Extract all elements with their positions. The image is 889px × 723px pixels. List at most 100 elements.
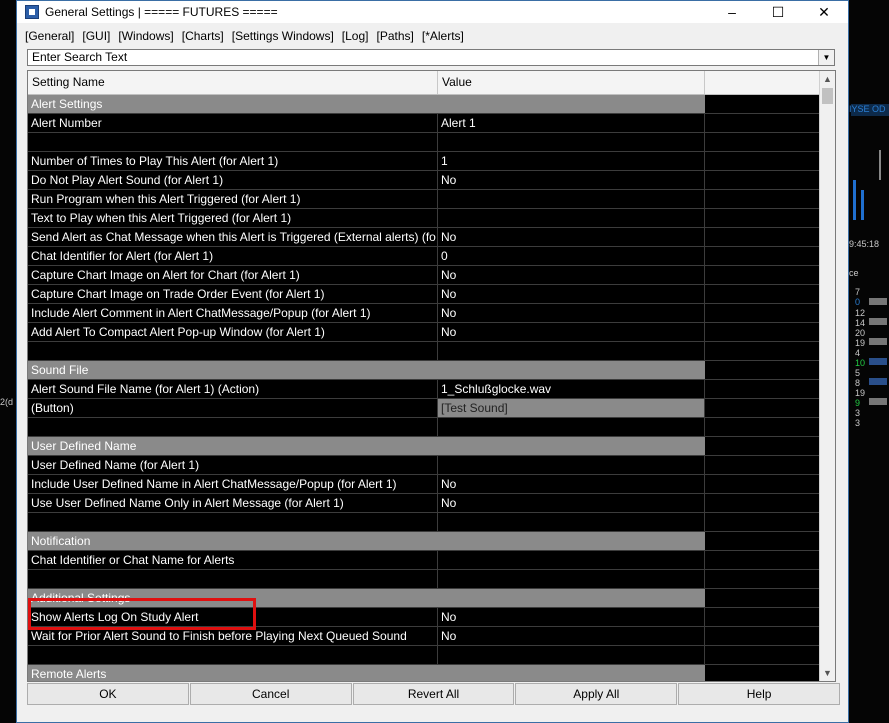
setting-name-cell: Alert Number <box>28 114 438 132</box>
vertical-scrollbar[interactable]: ▲ ▼ <box>819 71 835 681</box>
test-sound-button[interactable]: [Test Sound] <box>438 399 705 417</box>
button-bar: OK Cancel Revert All Apply All Help <box>27 683 840 705</box>
tab-log[interactable]: [Log] <box>338 27 373 45</box>
cancel-button[interactable]: Cancel <box>189 683 352 705</box>
background-label: ce <box>849 268 859 278</box>
background-label: 20 <box>855 328 866 338</box>
setting-name-cell: Wait for Prior Alert Sound to Finish bef… <box>28 627 438 645</box>
setting-name-cell: User Defined Name (for Alert 1) <box>28 456 438 474</box>
tab-settings-windows[interactable]: [Settings Windows] <box>228 27 338 45</box>
setting-row[interactable]: Alert Sound File Name (for Alert 1) (Act… <box>28 380 821 399</box>
column-header-value[interactable]: Value <box>438 71 705 94</box>
maximize-button[interactable]: ☐ <box>755 1 801 23</box>
background-chart-right: IYSE OD 9:45:18 ce 7 0 12 14 20 19 4 10 … <box>849 0 889 723</box>
setting-name-cell: Use User Defined Name Only in Alert Mess… <box>28 494 438 512</box>
setting-name-cell <box>28 342 438 360</box>
spacer-row <box>28 133 821 152</box>
background-bar <box>869 298 887 305</box>
setting-value-cell[interactable]: Alert 1 <box>438 114 705 132</box>
revert-all-button[interactable]: Revert All <box>352 683 515 705</box>
tab-charts[interactable]: [Charts] <box>178 27 228 45</box>
grid-header: Setting Name Value <box>28 71 821 95</box>
setting-row[interactable]: Send Alert as Chat Message when this Ale… <box>28 228 821 247</box>
setting-value-cell[interactable]: No <box>438 304 705 322</box>
background-label: 9 <box>855 398 861 408</box>
setting-row[interactable]: Use User Defined Name Only in Alert Mess… <box>28 494 821 513</box>
help-button[interactable]: Help <box>678 683 840 705</box>
extra-cell <box>705 209 821 227</box>
setting-row[interactable]: Run Program when this Alert Triggered (f… <box>28 190 821 209</box>
tab-general[interactable]: [General] <box>21 27 78 45</box>
close-button[interactable]: ✕ <box>801 1 847 23</box>
setting-value-cell[interactable]: No <box>438 627 705 645</box>
setting-value-cell[interactable]: No <box>438 475 705 493</box>
setting-value-cell[interactable]: No <box>438 171 705 189</box>
background-bar <box>869 338 887 345</box>
tab-gui[interactable]: [GUI] <box>78 27 114 45</box>
setting-value-cell[interactable]: No <box>438 228 705 246</box>
column-header-setting-name[interactable]: Setting Name <box>28 71 438 94</box>
title-bar[interactable]: General Settings | ===== FUTURES ===== –… <box>17 1 848 23</box>
section-header-row[interactable]: Additional Settings <box>28 589 821 608</box>
setting-row[interactable]: Number of Times to Play This Alert (for … <box>28 152 821 171</box>
setting-row[interactable]: User Defined Name (for Alert 1) <box>28 456 821 475</box>
setting-value-cell[interactable]: No <box>438 494 705 512</box>
setting-row[interactable]: Capture Chart Image on Alert for Chart (… <box>28 266 821 285</box>
section-header-row[interactable]: Sound File <box>28 361 821 380</box>
setting-value-cell[interactable]: 1 <box>438 152 705 170</box>
setting-value-cell[interactable]: No <box>438 608 705 626</box>
setting-name-cell: Chat Identifier or Chat Name for Alerts <box>28 551 438 569</box>
setting-value-cell[interactable]: No <box>438 285 705 303</box>
setting-row[interactable]: Include User Defined Name in Alert ChatM… <box>28 475 821 494</box>
section-title: Alert Settings <box>28 95 705 113</box>
setting-value-cell[interactable] <box>438 209 705 227</box>
apply-all-button[interactable]: Apply All <box>515 683 678 705</box>
setting-value-cell[interactable] <box>438 456 705 474</box>
tab-alerts[interactable]: [*Alerts] <box>418 27 468 45</box>
setting-value-cell[interactable]: No <box>438 323 705 341</box>
chevron-down-icon[interactable]: ▼ <box>818 50 834 65</box>
setting-name-cell: Include Alert Comment in Alert ChatMessa… <box>28 304 438 322</box>
setting-value-cell[interactable]: 0 <box>438 247 705 265</box>
setting-row[interactable]: Alert Number Alert 1 <box>28 114 821 133</box>
section-header-row[interactable]: Remote Alerts <box>28 665 821 681</box>
background-bar <box>869 378 887 385</box>
setting-row[interactable]: Chat Identifier or Chat Name for Alerts <box>28 551 821 570</box>
setting-name-cell: Alert Sound File Name (for Alert 1) (Act… <box>28 380 438 398</box>
setting-name-cell: Do Not Play Alert Sound (for Alert 1) <box>28 171 438 189</box>
section-header-row[interactable]: Alert Settings <box>28 95 821 114</box>
scroll-up-icon[interactable]: ▲ <box>820 71 835 87</box>
setting-row[interactable]: (Button) [Test Sound] <box>28 399 821 418</box>
extra-cell <box>705 285 821 303</box>
setting-row[interactable]: Include Alert Comment in Alert ChatMessa… <box>28 304 821 323</box>
scroll-down-icon[interactable]: ▼ <box>820 665 835 681</box>
ok-button[interactable]: OK <box>27 683 189 705</box>
setting-row[interactable]: Add Alert To Compact Alert Pop-up Window… <box>28 323 821 342</box>
setting-value-cell[interactable] <box>438 551 705 569</box>
background-chart-left: 2(d <box>0 0 16 723</box>
setting-row[interactable]: Do Not Play Alert Sound (for Alert 1) No <box>28 171 821 190</box>
setting-row[interactable]: Text to Play when this Alert Triggered (… <box>28 209 821 228</box>
setting-value-cell[interactable] <box>438 190 705 208</box>
setting-row[interactable]: Capture Chart Image on Trade Order Event… <box>28 285 821 304</box>
tab-paths[interactable]: [Paths] <box>373 27 418 45</box>
setting-row[interactable]: Wait for Prior Alert Sound to Finish bef… <box>28 627 821 646</box>
section-header-row[interactable]: User Defined Name <box>28 437 821 456</box>
tab-windows[interactable]: [Windows] <box>114 27 177 45</box>
background-label: 14 <box>855 318 866 328</box>
setting-row[interactable]: Show Alerts Log On Study Alert No <box>28 608 821 627</box>
setting-value-cell[interactable]: 1_Schlußglocke.wav <box>438 380 705 398</box>
setting-row[interactable]: Chat Identifier for Alert (for Alert 1) 0 <box>28 247 821 266</box>
setting-name-cell: Capture Chart Image on Trade Order Event… <box>28 285 438 303</box>
background-bar <box>869 398 887 405</box>
scrollbar-thumb[interactable] <box>822 88 833 104</box>
column-header-extra <box>705 71 821 94</box>
setting-value-cell[interactable]: No <box>438 266 705 284</box>
background-bar <box>861 190 864 220</box>
extra-cell <box>705 570 821 588</box>
minimize-button[interactable]: – <box>709 1 755 23</box>
background-bar <box>853 180 856 220</box>
section-header-row[interactable]: Notification <box>28 532 821 551</box>
setting-name-cell: Number of Times to Play This Alert (for … <box>28 152 438 170</box>
search-input[interactable]: Enter Search Text ▼ <box>27 49 835 66</box>
